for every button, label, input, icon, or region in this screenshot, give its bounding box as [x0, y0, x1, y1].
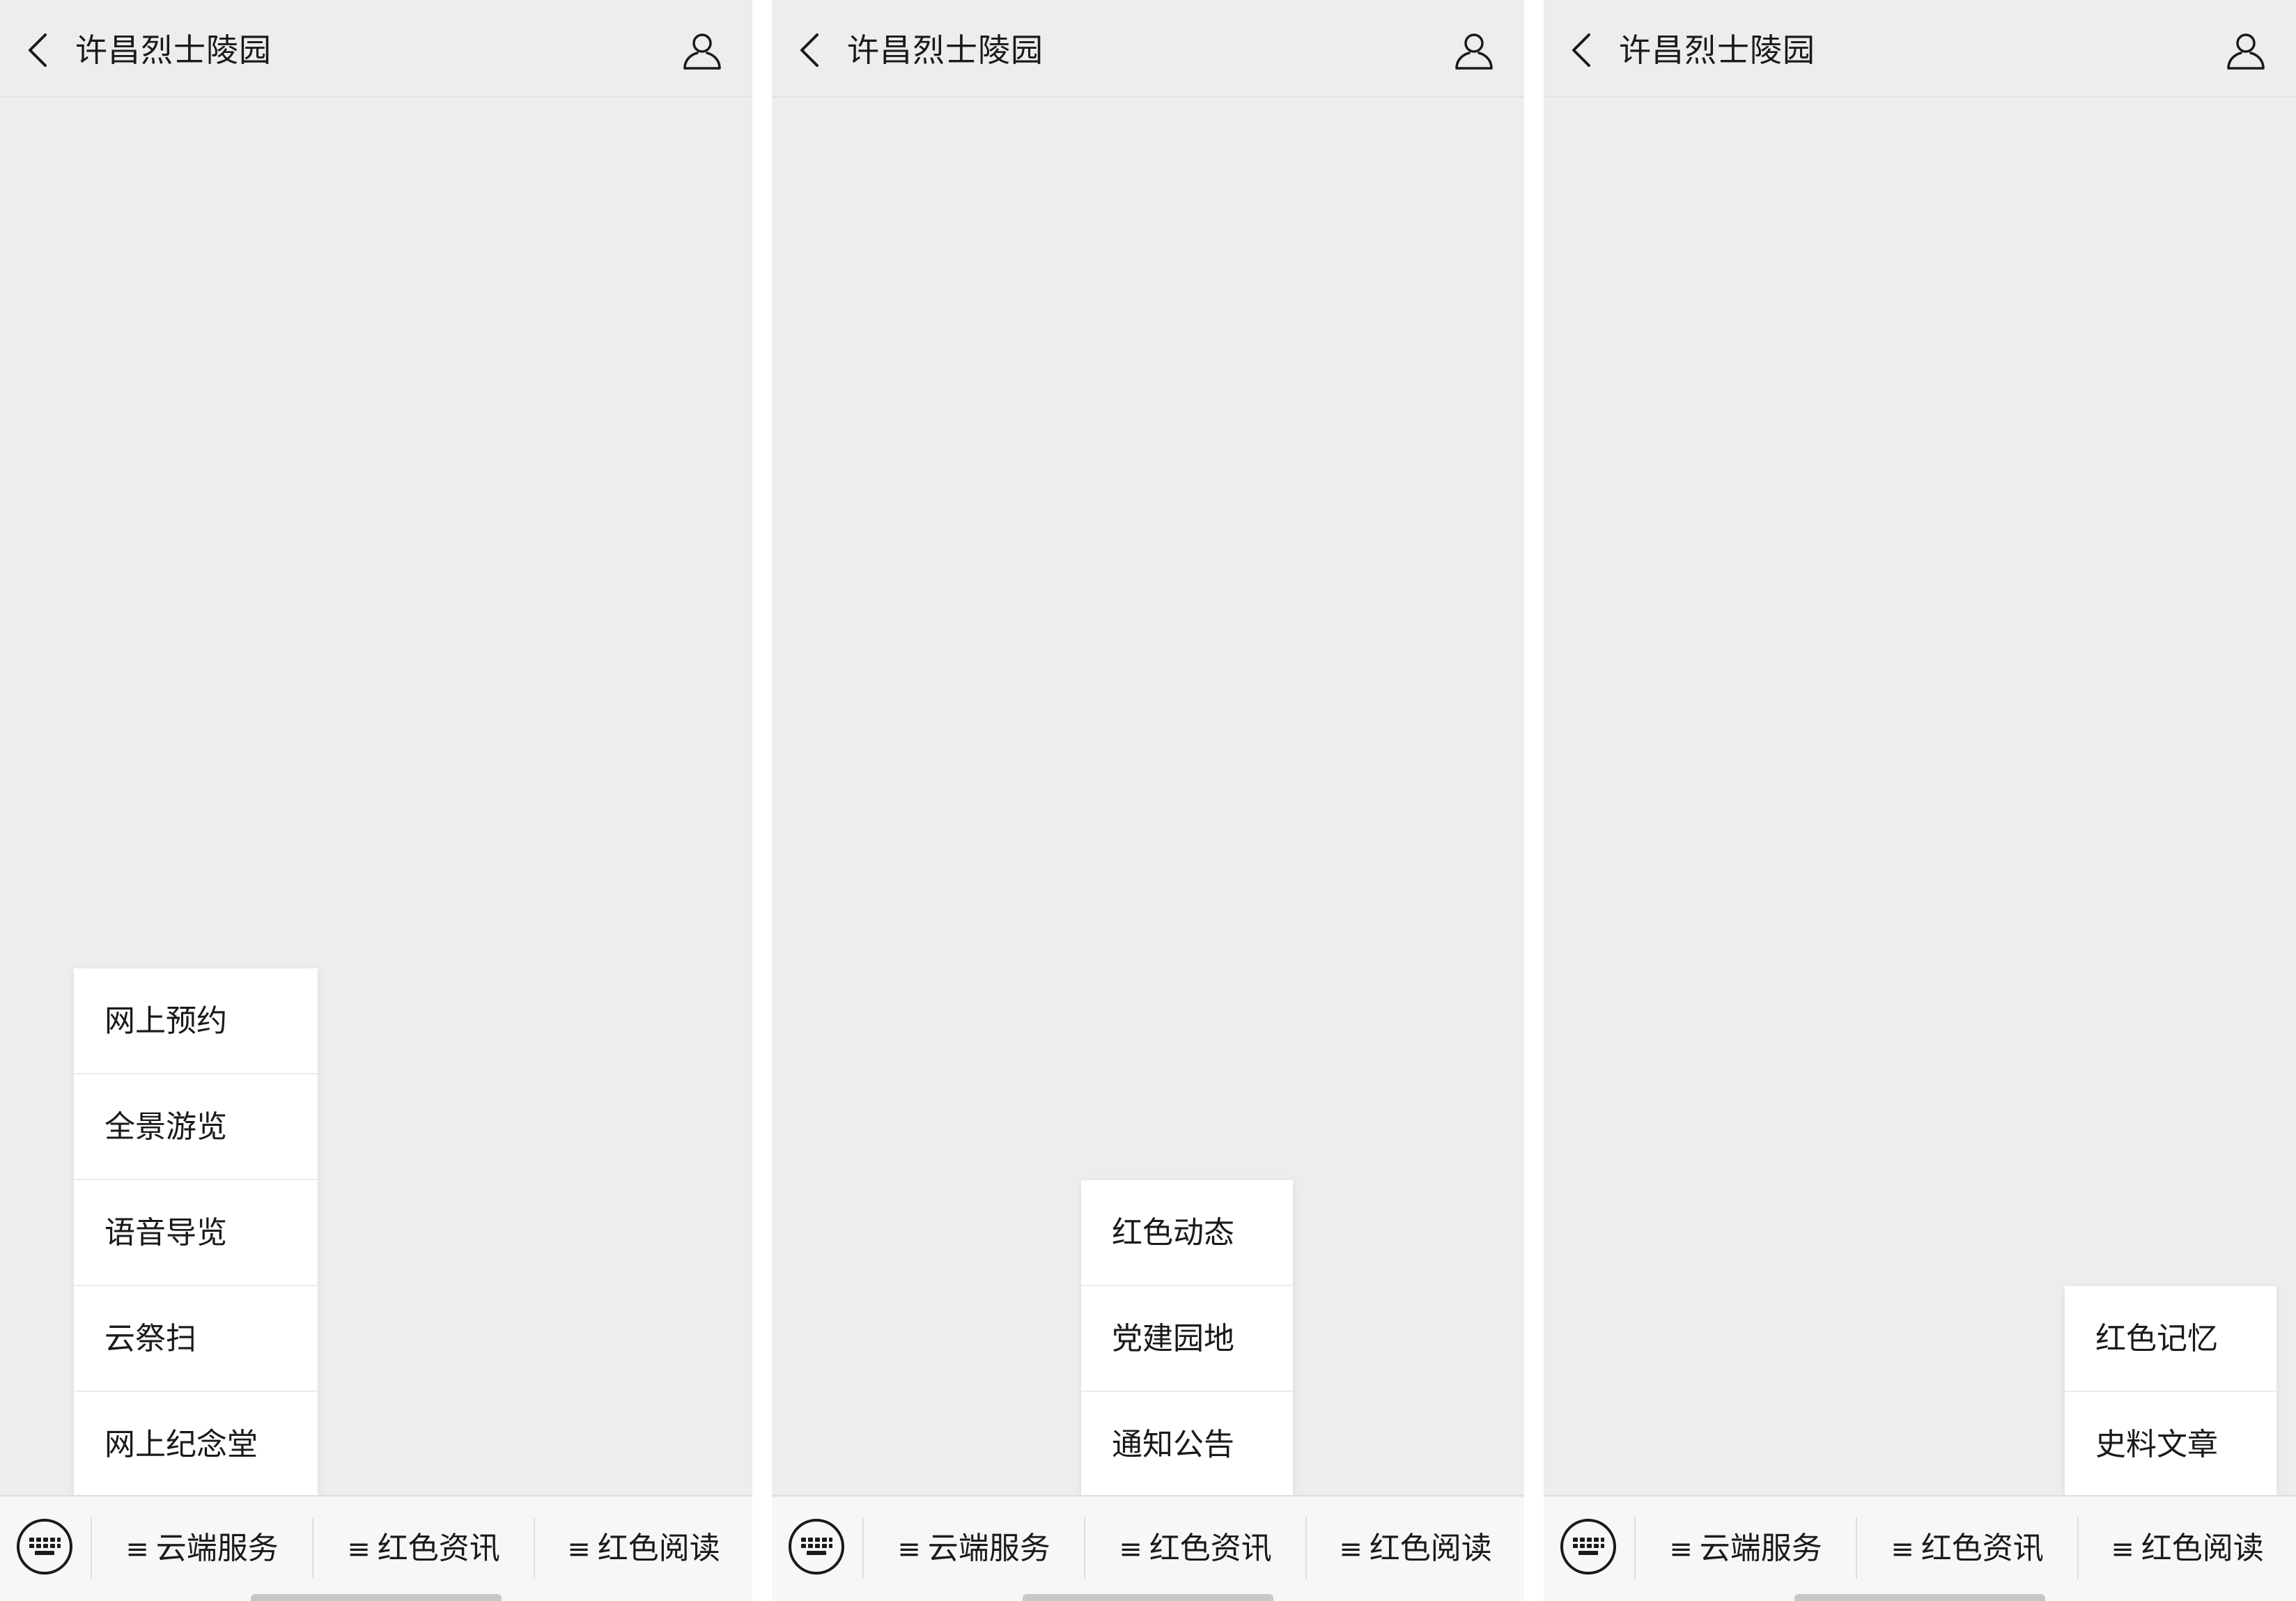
page-title: 许昌烈士陵园 [847, 31, 1044, 69]
chevron-left-icon[interactable] [21, 29, 54, 71]
submenu-item-historical-articles[interactable]: 史料文章 [2065, 1392, 2276, 1498]
tab-label: 红色资讯 [377, 1531, 500, 1566]
tab-label: 红色资讯 [1149, 1531, 1272, 1566]
tab-label: 红色阅读 [2141, 1531, 2264, 1566]
user-icon[interactable] [1452, 28, 1496, 72]
menu-lines-icon: ≡ [1891, 1533, 1914, 1565]
user-icon[interactable] [2224, 28, 2268, 72]
submenu-item-panorama-tour[interactable]: 全景游览 [74, 1074, 318, 1180]
tab-label: 红色阅读 [597, 1531, 720, 1566]
tab-label: 红色阅读 [1369, 1531, 1492, 1566]
home-indicator [251, 1594, 502, 1601]
phone-screen-3: 许昌烈士陵园 红色记忆 史料文章 ≡ 云端服务 ≡ 红色资讯 ≡ 红色阅读 [1544, 0, 2296, 1601]
tab-red-reading[interactable]: ≡ 红色阅读 [2079, 1496, 2296, 1601]
tab-red-reading[interactable]: ≡ 红色阅读 [535, 1496, 752, 1601]
submenu-item-online-hall[interactable]: 网上纪念堂 [74, 1392, 318, 1498]
submenu-item-online-booking[interactable]: 网上预约 [74, 968, 318, 1074]
tab-label: 云端服务 [1699, 1531, 1822, 1566]
page-title: 许昌烈士陵园 [1619, 31, 1815, 69]
menu-lines-icon: ≡ [1339, 1533, 1363, 1565]
tab-cloud-services[interactable]: ≡ 云端服务 [1636, 1496, 1856, 1601]
tab-cloud-services[interactable]: ≡ 云端服务 [864, 1496, 1084, 1601]
submenu-item-red-updates[interactable]: 红色动态 [1081, 1180, 1293, 1286]
tab-label: 红色资讯 [1921, 1531, 2044, 1566]
page-title: 许昌烈士陵园 [75, 31, 272, 69]
tab-red-news[interactable]: ≡ 红色资讯 [1085, 1496, 1305, 1601]
submenu-item-announcements[interactable]: 通知公告 [1081, 1392, 1293, 1498]
tab-label: 云端服务 [927, 1531, 1050, 1566]
submenu-item-red-memories[interactable]: 红色记忆 [2065, 1286, 2276, 1392]
phone-screen-1: 许昌烈士陵园 网上预约 全景游览 语音导览 云祭扫 网上纪念堂 ≡ 云端服务 ≡ 红… [0, 0, 752, 1601]
menu-lines-icon: ≡ [897, 1533, 921, 1565]
submenu-item-party-building[interactable]: 党建园地 [1081, 1286, 1293, 1392]
screenshot-stage: 许昌烈士陵园 网上预约 全景游览 语音导览 云祭扫 网上纪念堂 ≡ 云端服务 ≡ 红… [0, 0, 2296, 1601]
chat-content-area [1544, 99, 2296, 1494]
keyboard-icon[interactable] [1560, 1519, 1616, 1575]
menu-lines-icon: ≡ [567, 1533, 591, 1565]
menu-tab-bar: ≡ 云端服务 ≡ 红色资讯 ≡ 红色阅读 [1544, 1495, 2296, 1601]
menu-lines-icon: ≡ [1669, 1533, 1693, 1565]
submenu-popup: 红色动态 党建园地 通知公告 [1081, 1180, 1293, 1498]
menu-lines-icon: ≡ [125, 1533, 149, 1565]
tab-red-news[interactable]: ≡ 红色资讯 [1857, 1496, 2077, 1601]
menu-lines-icon: ≡ [1119, 1533, 1142, 1565]
tab-cloud-services[interactable]: ≡ 云端服务 [92, 1496, 312, 1601]
submenu-item-audio-guide[interactable]: 语音导览 [74, 1180, 318, 1286]
menu-tab-bar: ≡ 云端服务 ≡ 红色资讯 ≡ 红色阅读 [0, 1495, 752, 1601]
phone-screen-2: 许昌烈士陵园 红色动态 党建园地 通知公告 ≡ 云端服务 ≡ 红色资讯 ≡ 红色阅读 [772, 0, 1524, 1601]
submenu-popup: 网上预约 全景游览 语音导览 云祭扫 网上纪念堂 [74, 968, 318, 1498]
keyboard-icon[interactable] [789, 1519, 844, 1575]
nav-bar: 许昌烈士陵园 [1544, 0, 2296, 98]
chevron-left-icon[interactable] [793, 29, 826, 71]
menu-lines-icon: ≡ [347, 1533, 371, 1565]
tab-red-reading[interactable]: ≡ 红色阅读 [1307, 1496, 1524, 1601]
keyboard-icon[interactable] [17, 1519, 72, 1575]
menu-lines-icon: ≡ [2111, 1533, 2134, 1565]
home-indicator [1794, 1594, 2045, 1601]
home-indicator [1023, 1594, 1273, 1601]
menu-tab-bar: ≡ 云端服务 ≡ 红色资讯 ≡ 红色阅读 [772, 1495, 1524, 1601]
submenu-popup: 红色记忆 史料文章 [2065, 1286, 2276, 1498]
nav-bar: 许昌烈士陵园 [0, 0, 752, 98]
tab-label: 云端服务 [155, 1531, 279, 1566]
user-icon[interactable] [680, 28, 724, 72]
chevron-left-icon[interactable] [1565, 29, 1598, 71]
tab-red-news[interactable]: ≡ 红色资讯 [313, 1496, 534, 1601]
submenu-item-cloud-memorial[interactable]: 云祭扫 [74, 1286, 318, 1392]
nav-bar: 许昌烈士陵园 [772, 0, 1524, 98]
